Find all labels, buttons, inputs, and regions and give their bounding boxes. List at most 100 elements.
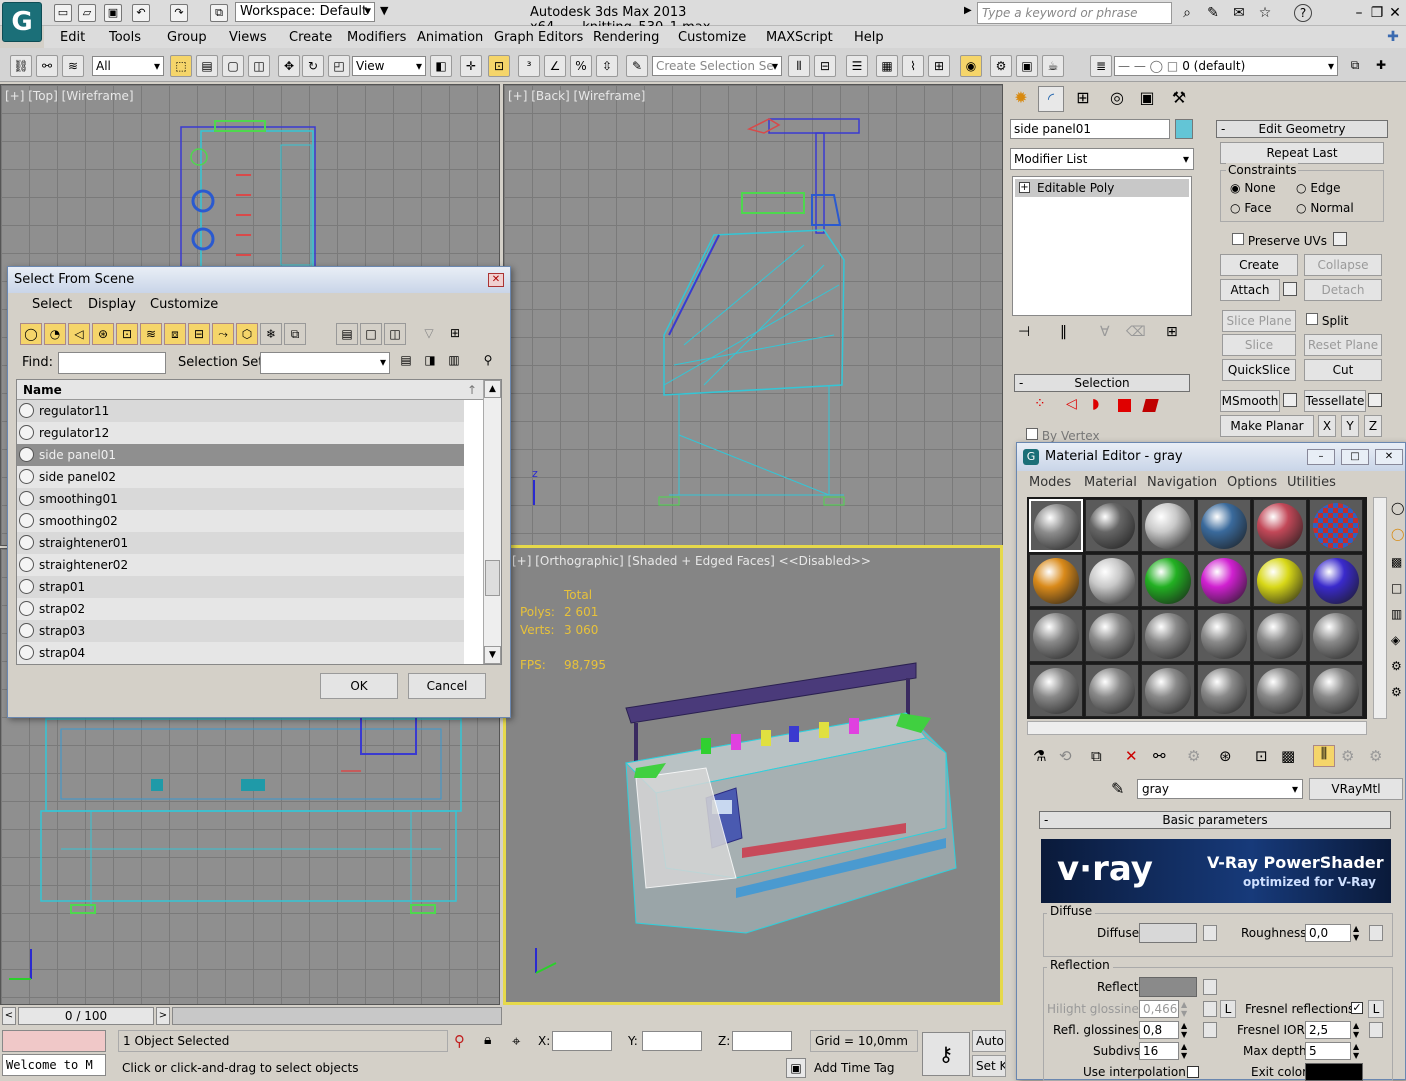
display-groups-icon[interactable]: ⧈ [164,323,186,345]
add-icon[interactable]: ✚ [1384,28,1402,46]
menu-group[interactable]: Group [167,30,207,45]
create-tab-icon[interactable]: ✹ [1008,86,1034,112]
tessellate-button[interactable]: Tessellate [1304,390,1366,412]
mirror-icon[interactable]: ⫴ [788,55,810,77]
keyboard-shortcut-icon[interactable]: ⊡ [488,55,510,77]
menu-create[interactable]: Create [289,30,332,45]
layer-icon[interactable]: ≣ [1090,55,1112,77]
menu-customize[interactable]: Customize [678,30,746,45]
menu-graph-editors[interactable]: Graph Editors [494,30,583,45]
list-item[interactable]: strap01 [17,576,464,598]
slice-plane-button[interactable]: Slice Plane [1222,310,1296,332]
material-sample-slot[interactable] [1141,554,1195,607]
subscription-icon[interactable]: ✎ [1204,4,1222,22]
spinner-snap-icon[interactable]: ⇳ [596,55,618,77]
add-to-layer-icon[interactable]: ✚ [1370,55,1392,77]
new-file-icon[interactable]: ▭ [54,4,72,22]
display-frozen-icon[interactable]: ❄ [260,323,282,345]
list-item[interactable]: strap04 [17,642,464,664]
stack-item-editable-poly[interactable]: + Editable Poly [1015,179,1189,197]
display-bones-icon[interactable]: ⤳ [212,323,234,345]
x-coord-input[interactable] [552,1031,612,1051]
reset-plane-button[interactable]: Reset Plane [1304,334,1382,356]
reference-coordinate-dropdown[interactable]: View ▾ [352,56,426,76]
rect-selection-icon[interactable]: ▢ [222,55,244,77]
set-key-button[interactable]: Set Ke [972,1055,1006,1077]
fresnel-ior-map-button[interactable] [1369,1022,1383,1038]
maxscript-mini-listener[interactable] [2,1030,106,1052]
object-color-swatch[interactable] [1175,119,1193,139]
refl-glossiness-input[interactable]: 0,8 [1139,1021,1179,1039]
sample-type-icon[interactable]: ◯ [1391,501,1404,515]
graphite-ribbon-icon[interactable]: ▦ [876,55,898,77]
utilities-tab-icon[interactable]: ⚒ [1166,86,1192,112]
assign-material-icon[interactable]: ⧉ [1091,747,1102,765]
selection-set-dropdown[interactable]: ▾ [260,352,390,374]
scroll-down-icon[interactable]: ▼ [484,646,501,664]
material-editor-icon[interactable]: ◉ [960,55,982,77]
use-interpolation-checkbox[interactable] [1187,1066,1199,1078]
reflect-color-swatch[interactable] [1139,977,1197,997]
timeline-next-icon[interactable]: > [156,1007,170,1025]
display-tab-icon[interactable]: ▣ [1134,86,1160,112]
copy-material-icon[interactable]: ⚯ [1153,747,1166,765]
workspace-dropdown[interactable]: Workspace: Default ▾ [235,2,375,22]
go-to-parent-icon[interactable]: ⚙ [1341,747,1354,765]
chevron-down-icon[interactable]: ▼ [380,4,388,17]
menu-help[interactable]: Help [854,30,884,45]
material-sample-slot[interactable] [1085,554,1139,607]
list-item[interactable]: smoothing01 [17,488,464,510]
y-coord-input[interactable] [642,1031,702,1051]
object-name-field[interactable]: side panel01 [1010,119,1170,139]
get-material-icon[interactable]: ⚗ [1033,747,1046,765]
viewport-perspective[interactable]: [+] [Orthographic] [Shaded + Edged Faces… [503,545,1003,1005]
go-forward-sibling-icon[interactable]: ⚙ [1369,747,1382,765]
project-folder-icon[interactable]: ⧉ [210,4,228,22]
select-set-icon[interactable]: ▤ [396,353,416,373]
remove-modifier-icon[interactable]: ⌫ [1126,324,1146,340]
menu-rendering[interactable]: Rendering [593,30,659,45]
window-crossing-icon[interactable]: ◫ [248,55,270,77]
material-sample-slot[interactable] [1253,609,1307,662]
material-sample-slot[interactable] [1197,609,1251,662]
by-vertex-checkbox[interactable] [1026,428,1038,440]
material-sample-slot[interactable] [1309,554,1363,607]
material-id-icon[interactable]: ⊡ [1255,747,1268,765]
by-vertex-option[interactable]: By Vertex [1026,428,1100,443]
diffuse-color-swatch[interactable] [1139,923,1197,943]
material-sample-slot[interactable] [1253,554,1307,607]
material-sample-slot[interactable] [1197,554,1251,607]
material-sample-slot[interactable] [1309,609,1363,662]
diffuse-map-button[interactable] [1203,925,1217,941]
open-file-icon[interactable]: ▱ [78,4,96,22]
hilight-spinner[interactable]: ▲ ▼ [1181,1000,1187,1018]
display-none-icon[interactable]: □ [360,323,382,345]
sample-slot-scrollbar[interactable] [1373,497,1387,719]
list-item[interactable]: side panel01 [17,444,464,466]
selection-filter-dropdown[interactable]: All ▾ [92,56,164,76]
display-all-icon[interactable]: ▤ [336,323,358,345]
vertex-icon[interactable]: ⁘ [1034,396,1046,412]
material-sample-slot[interactable] [1085,499,1139,552]
material-sample-slot[interactable] [1253,664,1307,717]
select-object-icon[interactable]: ⬚ [170,55,192,77]
show-end-result-icon[interactable]: ⫼ [1313,745,1335,767]
list-item[interactable]: regulator11 [17,400,464,422]
z-coord-input[interactable] [732,1031,792,1051]
rendered-frame-icon[interactable]: ▣ [1016,55,1038,77]
display-hidden-icon[interactable]: ⧉ [284,323,306,345]
restore-icon[interactable]: ❐ [1368,4,1386,22]
time-tag-icon[interactable]: ▣ [786,1058,806,1078]
set-key-icon[interactable]: ⚷ [922,1032,970,1076]
snap-3d-icon[interactable]: ³ [518,55,540,77]
list-item[interactable]: regulator12 [17,422,464,444]
save-icon[interactable]: ▣ [104,4,122,22]
reset-map-icon[interactable]: ✕ [1125,747,1138,765]
curve-editor-icon[interactable]: ⌇ [902,55,924,77]
material-sample-slot[interactable] [1029,609,1083,662]
material-sample-slot[interactable] [1309,664,1363,717]
menu-modifiers[interactable]: Modifiers [347,30,406,45]
viewport-back[interactable]: [+] [Back] [Wireframe] z [503,84,1003,546]
angle-snap-icon[interactable]: ∠ [544,55,566,77]
material-type-button[interactable]: VRayMtl [1309,778,1403,800]
